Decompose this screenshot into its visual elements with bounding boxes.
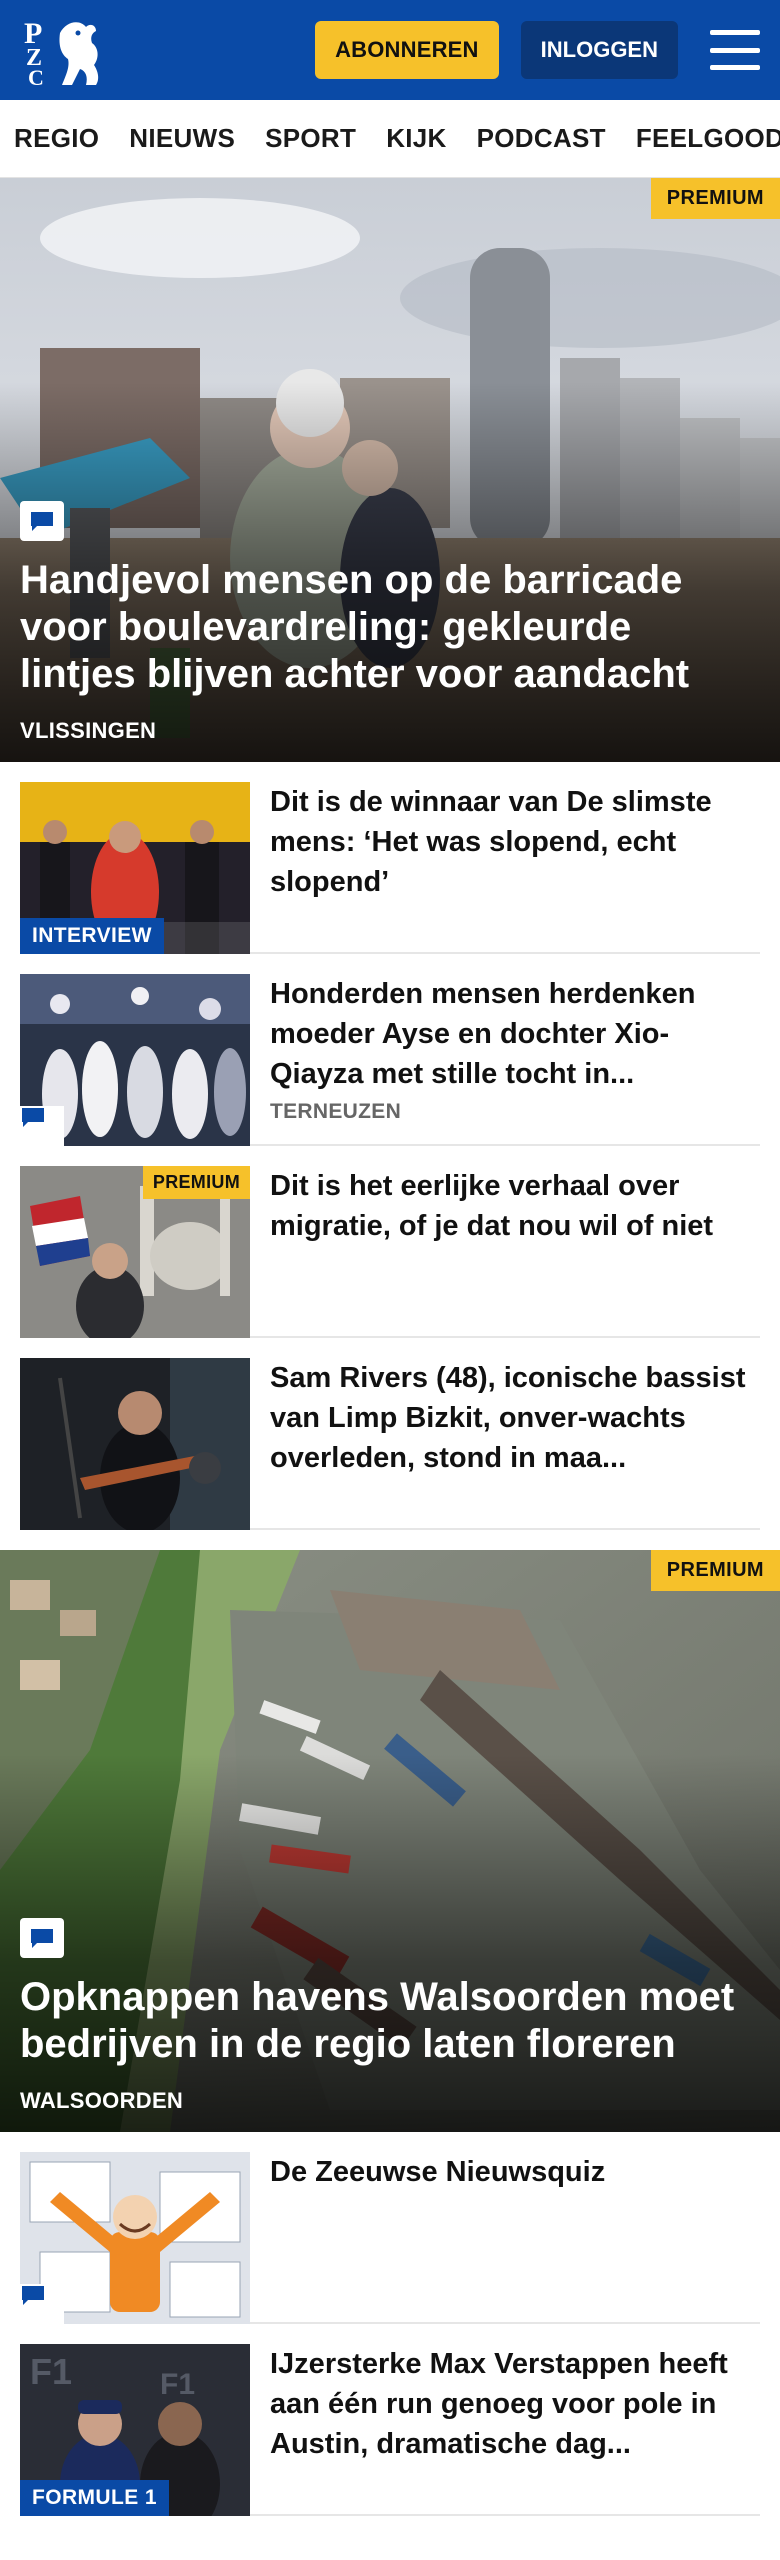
article-region-label: TERNEUZEN <box>270 1100 402 1123</box>
hero-region-label: WALSOORDEN <box>20 2088 184 2113</box>
premium-badge: PREMIUM <box>142 1166 250 1199</box>
list-item-migratie[interactable]: PREMIUM Dit is het eerlijke verhaal over… <box>0 1146 780 1338</box>
article-headline[interactable]: Dit is de winnaar van De slimste mens: ‘… <box>270 782 760 902</box>
nav-item-podcast[interactable]: PODCAST <box>477 123 606 154</box>
login-button[interactable]: INLOGGEN <box>520 21 678 79</box>
list-item-nieuwsquiz[interactable]: De Zeeuwse Nieuwsquiz <box>0 2132 780 2324</box>
article-headline[interactable]: De Zeeuwse Nieuwsquiz <box>270 2152 760 2192</box>
category-label: FORMULE 1 <box>20 2480 169 2516</box>
list-item-slimste-mens[interactable]: INTERVIEW Dit is de winnaar van De slims… <box>0 762 780 954</box>
nav-item-sport[interactable]: SPORT <box>265 123 356 154</box>
premium-badge: PREMIUM <box>650 1550 780 1591</box>
hero-headline[interactable]: Opknappen havens Walsoorden moet bedrijv… <box>20 1974 750 2068</box>
comment-icon <box>20 1918 64 1958</box>
hero-text-block: Handjevol mensen op de barricade voor bo… <box>20 501 750 744</box>
svg-text:C: C <box>28 65 44 87</box>
hero-article-walsoorden[interactable]: PREMIUM Opknappen havens Walsoorden moet… <box>0 1550 780 2132</box>
nav-item-nieuws[interactable]: NIEUWS <box>129 123 235 154</box>
subscribe-button[interactable]: ABONNEREN <box>315 21 499 79</box>
nav-item-feelgood[interactable]: FEELGOOD <box>636 123 780 154</box>
list-item-verstappen[interactable]: F1 F1 FORMULE 1 IJzersterke Max Verstapp… <box>0 2324 780 2516</box>
hero-article-boulevard[interactable]: PREMIUM Handjevol mensen op de barricade… <box>0 178 780 762</box>
thumbnail-herdenking <box>20 974 250 1146</box>
comment-icon <box>20 1106 64 1146</box>
hamburger-menu-icon[interactable] <box>710 30 760 70</box>
section-nav: REGIO NIEUWS SPORT KIJK PODCAST FEELGOOD… <box>0 100 780 178</box>
thumbnail-migratie: PREMIUM <box>20 1166 250 1338</box>
list-item-sam-rivers[interactable]: Sam Rivers (48), iconische bassist van L… <box>0 1338 780 1530</box>
nav-item-regio[interactable]: REGIO <box>14 123 99 154</box>
premium-badge: PREMIUM <box>650 178 780 219</box>
thumbnail-verstappen: F1 F1 FORMULE 1 <box>20 2344 250 2516</box>
article-headline[interactable]: Sam Rivers (48), iconische bassist van L… <box>270 1358 760 1478</box>
article-headline[interactable]: IJzersterke Max Verstappen heeft aan één… <box>270 2344 760 2464</box>
nav-item-kijk[interactable]: KIJK <box>386 123 446 154</box>
site-header: P Z C ABONNEREN INLOGGEN <box>0 0 780 100</box>
article-headline[interactable]: Honderden mensen herdenken moeder Ayse e… <box>270 974 760 1094</box>
thumbnail-slimste-mens: INTERVIEW <box>20 782 250 954</box>
category-label: INTERVIEW <box>20 918 164 954</box>
comment-icon <box>20 2284 64 2324</box>
pzc-logo[interactable]: P Z C <box>20 10 130 90</box>
hero-region-label: VLISSINGEN <box>20 718 157 743</box>
comment-icon <box>20 501 64 541</box>
svg-text:F1: F1 <box>30 2351 72 2392</box>
hero-headline[interactable]: Handjevol mensen op de barricade voor bo… <box>20 557 750 698</box>
svg-text:F1: F1 <box>160 2368 195 2401</box>
thumbnail-nieuwsquiz <box>20 2152 250 2324</box>
thumbnail-sam-rivers <box>20 1358 250 1530</box>
article-list-1: INTERVIEW Dit is de winnaar van De slims… <box>0 762 780 1530</box>
hero-text-block: Opknappen havens Walsoorden moet bedrijv… <box>20 1918 750 2114</box>
article-headline[interactable]: Dit is het eerlijke verhaal over migrati… <box>270 1166 760 1246</box>
article-list-2: De Zeeuwse Nieuwsquiz F1 F1 FORMULE 1 IJ… <box>0 2132 780 2516</box>
list-item-herdenking[interactable]: Honderden mensen herdenken moeder Ayse e… <box>0 954 780 1146</box>
